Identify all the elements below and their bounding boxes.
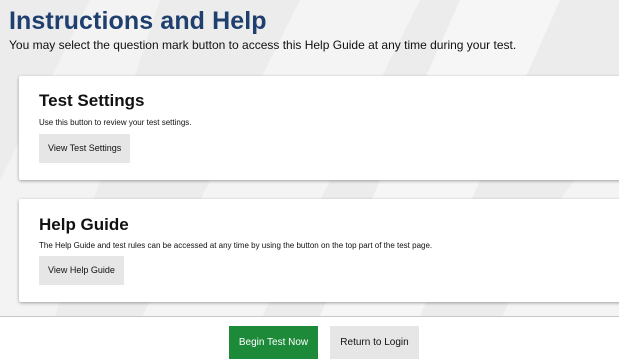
help-guide-description: The Help Guide and test rules can be acc… <box>39 241 433 250</box>
help-guide-card: Help Guide The Help Guide and test rules… <box>19 199 619 302</box>
test-settings-card: Test Settings Use this button to review … <box>19 76 619 180</box>
view-test-settings-button[interactable]: View Test Settings <box>39 134 131 163</box>
test-settings-description: Use this button to review your test sett… <box>39 118 192 127</box>
page-title: Instructions and Help <box>9 7 267 35</box>
begin-test-button[interactable]: Begin Test Now <box>229 326 318 359</box>
background-pattern <box>0 0 619 361</box>
instructions-page: Instructions and Help You may select the… <box>0 0 619 361</box>
help-guide-title: Help Guide <box>39 215 129 234</box>
test-settings-title: Test Settings <box>39 91 145 110</box>
footer-bar: Begin Test Now Return to Login <box>0 316 619 361</box>
page-subtitle: You may select the question mark button … <box>9 38 517 52</box>
view-help-guide-button[interactable]: View Help Guide <box>39 256 124 285</box>
return-to-login-button[interactable]: Return to Login <box>330 326 419 359</box>
page-header: Instructions and Help You may select the… <box>0 0 619 53</box>
